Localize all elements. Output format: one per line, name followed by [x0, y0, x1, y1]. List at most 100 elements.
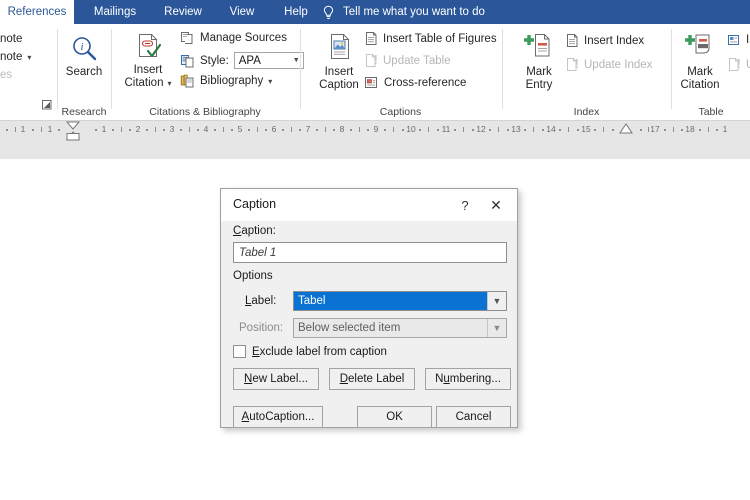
- autocaption-button[interactable]: AutoCaption...: [233, 406, 323, 428]
- mark-entry-button[interactable]: Mark Entry: [513, 32, 565, 92]
- insert-citation-button[interactable]: Insert Citation ▾: [120, 32, 176, 90]
- exclude-label-rest: xclude label from caption: [259, 345, 387, 358]
- numbering-button[interactable]: Numbering...: [425, 368, 511, 390]
- chevron-down-icon[interactable]: ▼: [487, 292, 506, 310]
- chevron-down-icon: ▾: [268, 76, 273, 86]
- footnotes-dialog-launcher-icon[interactable]: [42, 100, 52, 110]
- footnote-item-2-label: note: [0, 51, 23, 63]
- cancel-button[interactable]: Cancel: [436, 406, 511, 428]
- ruler-number: 9: [373, 124, 379, 134]
- tab-help[interactable]: Help: [274, 0, 318, 24]
- update-table-button: Update Table: [364, 53, 451, 68]
- help-icon[interactable]: ?: [455, 195, 475, 215]
- mark-citation-icon: [684, 32, 716, 64]
- mark-citation-button[interactable]: Mark Citation: [674, 32, 726, 92]
- cross-reference-button[interactable]: Cross-reference: [364, 75, 466, 90]
- ruler-strip[interactable]: 1 1 1 2 3 4 5 6 7 8 9 10 11 12 13 14 15 …: [0, 121, 750, 141]
- ruler-number: 6: [271, 124, 277, 134]
- tab-review-label: Review: [164, 6, 202, 18]
- lightbulb-icon: [322, 5, 335, 20]
- cross-reference-icon: [364, 75, 379, 90]
- exclude-accel: E: [252, 345, 260, 358]
- ok-button[interactable]: OK: [357, 406, 432, 428]
- insert-table-of-authorities-button[interactable]: In: [727, 33, 750, 47]
- exclude-label-checkbox-row[interactable]: Exclude label from caption: [233, 345, 387, 358]
- manage-sources-label: Manage Sources: [200, 32, 287, 44]
- caption-dialog: Caption ? ✕ Caption: Tabel 1 Options Lab…: [220, 188, 518, 428]
- insert-caption-label-2: Caption: [319, 79, 359, 91]
- bibliography-icon: [180, 74, 195, 88]
- exclude-label-checkbox[interactable]: [233, 345, 246, 358]
- numbering-button-text: Numbering...: [435, 373, 501, 385]
- style-row: Style: APA ▼: [180, 52, 304, 69]
- ruler-number: 4: [203, 124, 209, 134]
- group-captions: Insert Caption Insert Table of Figures U…: [301, 24, 500, 120]
- delete-label-button-text: Delete Label: [339, 373, 405, 385]
- exclude-label-text: Exclude label from caption: [252, 346, 387, 358]
- ruler-number: 1: [722, 124, 728, 134]
- caption-field-label: Caption:: [233, 225, 276, 237]
- insert-index-label: Insert Index: [584, 34, 645, 47]
- footnote-item-1[interactable]: note: [0, 33, 22, 45]
- update-toa-icon: [727, 57, 741, 72]
- close-icon-glyph: ✕: [490, 196, 502, 213]
- ok-button-text: OK: [386, 411, 403, 423]
- insert-toa-icon: [727, 33, 741, 47]
- close-icon[interactable]: ✕: [485, 195, 507, 215]
- help-icon-glyph: ?: [461, 197, 469, 213]
- tab-view[interactable]: View: [220, 0, 264, 24]
- search-button[interactable]: i Search: [58, 34, 110, 79]
- tab-mailings[interactable]: Mailings: [84, 0, 146, 24]
- footnote-item-2[interactable]: note ▾: [0, 51, 31, 63]
- label-field-label: Label:: [245, 295, 276, 307]
- tab-review[interactable]: Review: [156, 0, 210, 24]
- update-table-icon: [364, 53, 378, 68]
- bibliography-button[interactable]: Bibliography ▾: [180, 74, 272, 88]
- ruler-number: 1: [101, 124, 107, 134]
- style-label: Style:: [200, 54, 229, 67]
- cross-reference-label: Cross-reference: [384, 76, 467, 89]
- delete-label-button[interactable]: Delete Label: [329, 368, 415, 390]
- insert-citation-label-1: Insert: [133, 64, 163, 76]
- group-footnotes: note note ▾ es: [0, 24, 57, 120]
- tell-me-box[interactable]: Tell me what you want to do: [322, 0, 485, 24]
- options-section-label: Options: [233, 270, 273, 282]
- insert-citation-icon: [132, 32, 164, 62]
- ruler-number: 1: [47, 124, 53, 134]
- group-research: i Search Research: [58, 24, 110, 120]
- insert-caption-button[interactable]: Insert Caption: [311, 32, 367, 92]
- manage-sources-button[interactable]: Manage Sources: [180, 31, 287, 45]
- insert-table-of-figures-button[interactable]: Insert Table of Figures: [364, 31, 497, 46]
- dialog-title-bar[interactable]: Caption ? ✕: [221, 189, 517, 221]
- update-toa-label: Up: [746, 59, 750, 71]
- ruler-number: 11: [441, 124, 451, 134]
- label-combobox[interactable]: Tabel ▼: [293, 291, 507, 311]
- style-icon: [180, 54, 195, 68]
- mark-citation-label-1: Mark: [687, 66, 713, 78]
- tab-references[interactable]: References: [0, 0, 74, 24]
- mark-entry-label-2: Entry: [525, 79, 553, 91]
- insert-index-button[interactable]: Insert Index: [565, 33, 644, 48]
- group-citations-title: Citations & Bibliography: [149, 106, 261, 118]
- ruler-number: 13: [511, 124, 521, 134]
- ruler-number: 1: [20, 124, 26, 134]
- right-indent-marker[interactable]: [619, 123, 633, 135]
- group-citations-bibliography: Insert Citation ▾ Manage Sources Style: …: [112, 24, 304, 120]
- new-label-button[interactable]: New Label...: [233, 368, 319, 390]
- ruler-number: 2: [135, 124, 141, 134]
- document-ruler[interactable]: 1 1 1 2 3 4 5 6 7 8 9 10 11 12 13 14 15 …: [0, 121, 750, 160]
- mark-entry-label-1: Mark: [526, 66, 552, 78]
- caption-input[interactable]: Tabel 1: [233, 242, 507, 263]
- position-combobox: Below selected item ▼: [293, 318, 507, 338]
- style-dropdown[interactable]: APA ▼: [233, 52, 304, 69]
- insert-citation-label-2: Citation: [124, 77, 164, 89]
- insert-toa-label: In: [746, 34, 750, 46]
- insert-index-icon: [565, 33, 579, 48]
- left-indent-box-marker[interactable]: [66, 133, 80, 141]
- ruler-number: 12: [476, 124, 486, 134]
- delete-label-accel: D: [339, 373, 349, 385]
- group-table-of-authorities: Mark Citation In: [672, 24, 750, 120]
- insert-caption-icon: [323, 32, 355, 64]
- tab-mailings-label: Mailings: [93, 6, 137, 18]
- svg-text:i: i: [80, 41, 83, 53]
